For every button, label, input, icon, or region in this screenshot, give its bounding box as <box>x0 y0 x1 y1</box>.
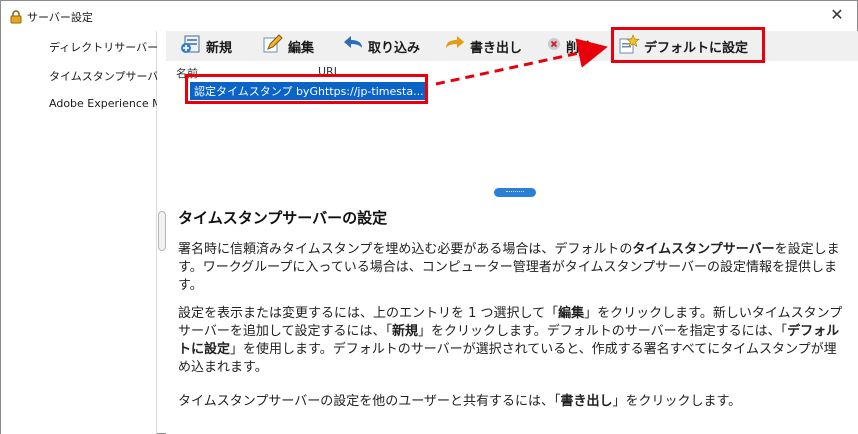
import-button-label: 取り込み <box>368 40 421 56</box>
import-arrow-icon <box>342 34 364 58</box>
sidebar-item-adobe-experience-manager[interactable]: Adobe Experience Manager <box>49 97 157 110</box>
import-button[interactable]: 取り込み <box>342 35 420 57</box>
column-header-name[interactable]: 名前 <box>176 65 198 81</box>
help-heading: タイムスタンプサーバーの設定 <box>178 209 388 227</box>
sidebar: ディレクトリサーバー タイムスタンプサーバー Adobe Experience … <box>1 31 157 434</box>
server-settings-window: サーバー設定 ✕ ディレクトリサーバー タイムスタンプサーバー Adobe Ex… <box>0 0 858 434</box>
new-entry-icon <box>180 34 202 58</box>
row-name-cell: 認定タイムスタンプ byG... <box>194 85 329 98</box>
edit-button-label: 編集 <box>288 40 315 56</box>
lock-icon <box>9 9 23 24</box>
delete-button-label: 削除 <box>566 40 593 56</box>
export-button[interactable]: 書き出し <box>444 35 522 57</box>
sidebar-splitter-handle[interactable] <box>158 211 166 251</box>
edit-pencil-icon <box>262 34 284 58</box>
default-star-icon <box>618 34 640 58</box>
set-default-button[interactable]: デフォルトに設定 <box>618 34 749 58</box>
close-button[interactable]: ✕ <box>827 5 847 25</box>
window-title: サーバー設定 <box>27 11 93 24</box>
pane-splitter-handle[interactable] <box>494 188 536 197</box>
column-header-url[interactable]: URL <box>318 65 340 78</box>
help-paragraph-1: 署名時に信頼済みタイムスタンプを埋め込む必要がある場合は、デフォルトのタイムスタ… <box>178 242 840 293</box>
edit-button[interactable]: 編集 <box>262 34 315 58</box>
help-paragraph-2: 設定を表示または変更するには、上のエントリを 1 つ選択して「編集」をクリックし… <box>178 306 843 375</box>
set-default-button-label: デフォルトに設定 <box>644 40 749 56</box>
sidebar-item-timestamp-server[interactable]: タイムスタンプサーバー <box>49 68 157 84</box>
sidebar-item-directory-server[interactable]: ディレクトリサーバー <box>49 39 157 55</box>
new-button-label: 新規 <box>206 40 233 56</box>
server-list: 名前 URL 認定タイムスタンプ byG... https://jp-times… <box>166 61 858 201</box>
toolbar: 新規 編集 取り込み 書き出し 削除 デフォルトに設定 <box>166 31 858 61</box>
delete-button[interactable]: 削除 <box>546 35 592 57</box>
export-button-label: 書き出し <box>470 40 523 56</box>
table-row[interactable]: 認定タイムスタンプ byG... https://jp-timesta... <box>190 82 426 100</box>
help-panel: タイムスタンプサーバーの設定 署名時に信頼済みタイムスタンプを埋め込む必要がある… <box>166 201 858 434</box>
help-paragraph-3: タイムスタンプサーバーの設定を他のユーザーと共有するには、「書き出し」をクリック… <box>178 394 742 409</box>
title-bar: サーバー設定 ✕ <box>1 1 857 31</box>
export-arrow-icon <box>444 34 466 58</box>
row-url-cell: https://jp-timesta... <box>318 84 424 98</box>
new-button[interactable]: 新規 <box>180 35 232 57</box>
delete-x-icon <box>546 36 562 56</box>
